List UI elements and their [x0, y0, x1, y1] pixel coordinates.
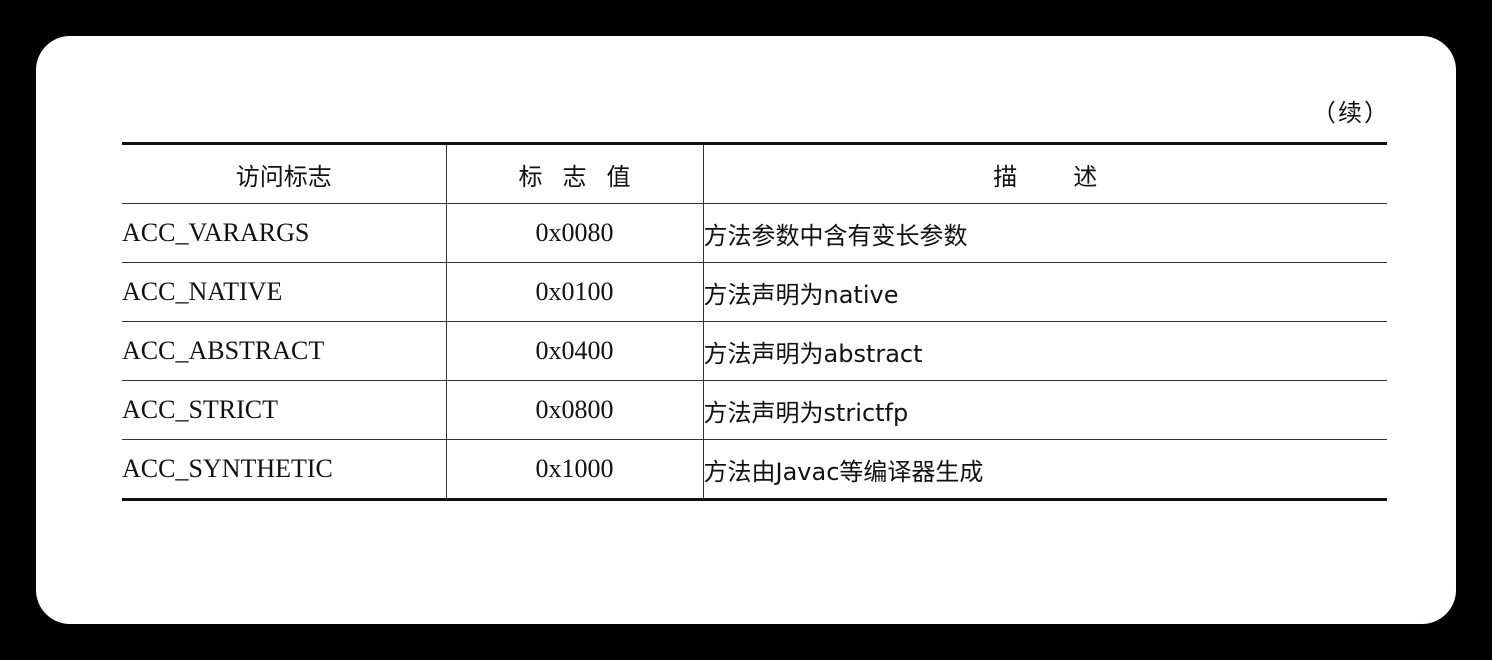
flag-value: 0x0100	[445, 262, 703, 322]
flag-description: 方法声明为native	[702, 262, 1387, 322]
flag-value: 0x0400	[445, 321, 703, 381]
table-header-row: 访问标志 标志值 描述	[122, 143, 1387, 204]
flag-value: 0x1000	[445, 439, 703, 500]
table-row: ACC_VARARGS 0x0080 方法参数中含有变长参数	[122, 203, 1387, 263]
flag-description: 方法声明为strictfp	[702, 380, 1387, 440]
flag-name: ACC_STRICT	[122, 380, 446, 440]
table-row: ACC_ABSTRACT 0x0400 方法声明为abstract	[122, 321, 1387, 381]
flag-name: ACC_NATIVE	[122, 262, 446, 322]
header-flag-value: 标志值	[445, 143, 703, 204]
continued-label: （续）	[1312, 99, 1390, 127]
table-row: ACC_NATIVE 0x0100 方法声明为native	[122, 262, 1387, 322]
header-description: 描述	[702, 143, 1387, 204]
flag-description: 方法由Javac等编译器生成	[702, 439, 1387, 500]
table-row: ACC_SYNTHETIC 0x1000 方法由Javac等编译器生成	[122, 439, 1387, 500]
flag-value: 0x0800	[445, 380, 703, 440]
flag-description: 方法声明为abstract	[702, 321, 1387, 381]
flag-value: 0x0080	[445, 203, 703, 263]
flag-name: ACC_ABSTRACT	[122, 321, 446, 381]
flag-name: ACC_VARARGS	[122, 203, 446, 263]
flag-name: ACC_SYNTHETIC	[122, 454, 333, 483]
table-row: ACC_STRICT 0x0800 方法声明为strictfp	[122, 380, 1387, 440]
flag-description: 方法参数中含有变长参数	[702, 203, 1387, 263]
header-access-flag: 访问标志	[122, 143, 446, 204]
access-flags-table: 访问标志 标志值 描述 ACC_VARARGS 0x0080 方法参数中含有变长…	[122, 142, 1387, 501]
